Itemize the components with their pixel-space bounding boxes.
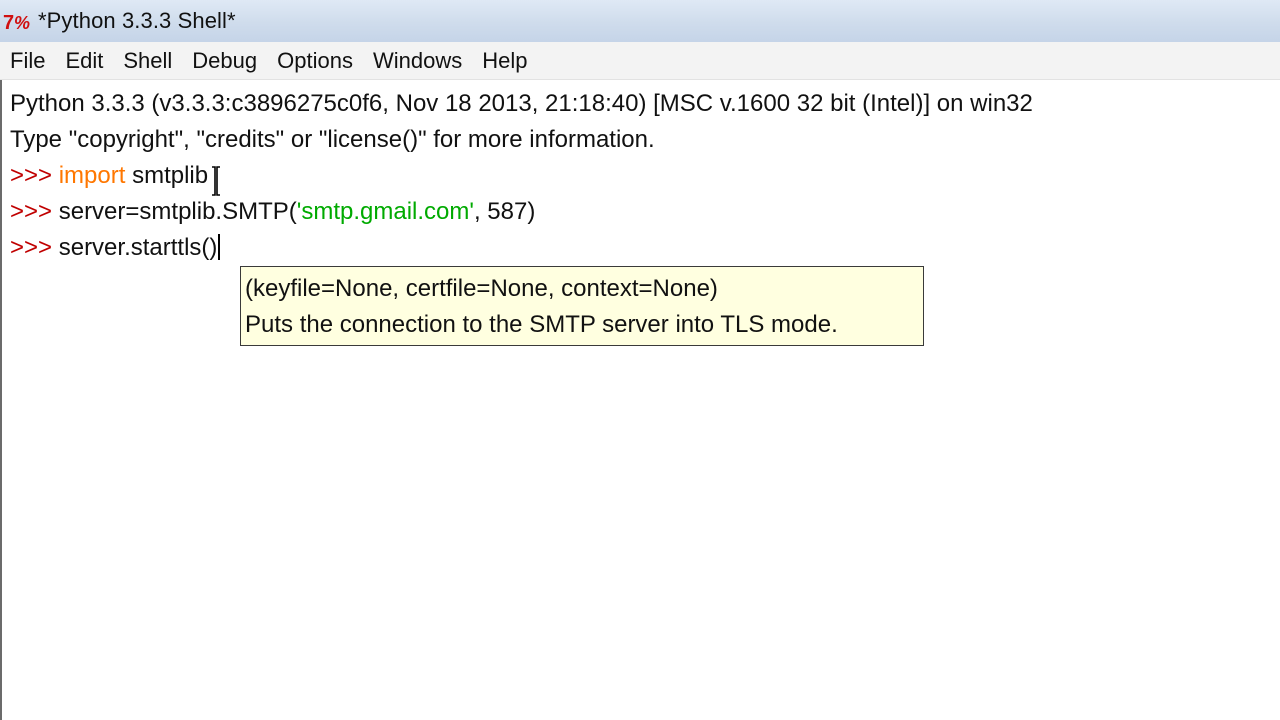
- menu-options[interactable]: Options: [267, 42, 363, 80]
- menu-debug[interactable]: Debug: [182, 42, 267, 80]
- command-text: , 587): [473, 198, 536, 225]
- command-text: server=smtplib.SMTP(: [58, 198, 297, 225]
- shell-command-1: >>> import smtplib: [10, 158, 208, 194]
- calltip-signature: (keyfile=None, certfile=None, context=No…: [245, 275, 718, 302]
- command-text: server.starttls(: [58, 234, 210, 261]
- menu-windows[interactable]: Windows: [363, 42, 472, 80]
- menu-file[interactable]: File: [0, 42, 55, 80]
- shell-command-3[interactable]: >>> server.starttls(): [10, 230, 221, 266]
- menu-bar: File Edit Shell Debug Options Windows He…: [0, 42, 1280, 80]
- text-cursor: [218, 234, 221, 260]
- idle-python-icon[interactable]: 7 %: [2, 6, 32, 36]
- svg-text:7: 7: [3, 12, 14, 33]
- banner-line-2: Type "copyright", "credits" or "license(…: [10, 126, 655, 153]
- window-title: *Python 3.3.3 Shell*: [38, 8, 236, 33]
- command-text: smtplib: [125, 162, 209, 189]
- menu-edit[interactable]: Edit: [55, 42, 113, 80]
- svg-text:%: %: [14, 13, 30, 33]
- shell-prompt: >>>: [10, 234, 59, 261]
- shell-text-area[interactable]: Python 3.3.3 (v3.3.3:c3896275c0f6, Nov 1…: [0, 80, 1280, 720]
- shell-command-2: >>> server=smtplib.SMTP('smtp.gmail.com'…: [10, 194, 535, 230]
- shell-prompt: >>>: [10, 198, 59, 225]
- ibeam-cursor-icon: [212, 166, 220, 196]
- calltip-tooltip: (keyfile=None, certfile=None, context=No…: [240, 266, 924, 346]
- menu-help[interactable]: Help: [472, 42, 537, 80]
- keyword-import: import: [58, 162, 126, 189]
- shell-prompt: >>>: [10, 162, 59, 189]
- title-bar: 7 % *Python 3.3.3 Shell*: [0, 0, 1280, 42]
- menu-shell[interactable]: Shell: [113, 42, 182, 80]
- banner-line-1: Python 3.3.3 (v3.3.3:c3896275c0f6, Nov 1…: [10, 90, 1033, 117]
- string-literal: 'smtp.gmail.com': [296, 198, 474, 225]
- command-text-closing: ): [209, 234, 218, 261]
- calltip-doc: Puts the connection to the SMTP server i…: [245, 311, 838, 338]
